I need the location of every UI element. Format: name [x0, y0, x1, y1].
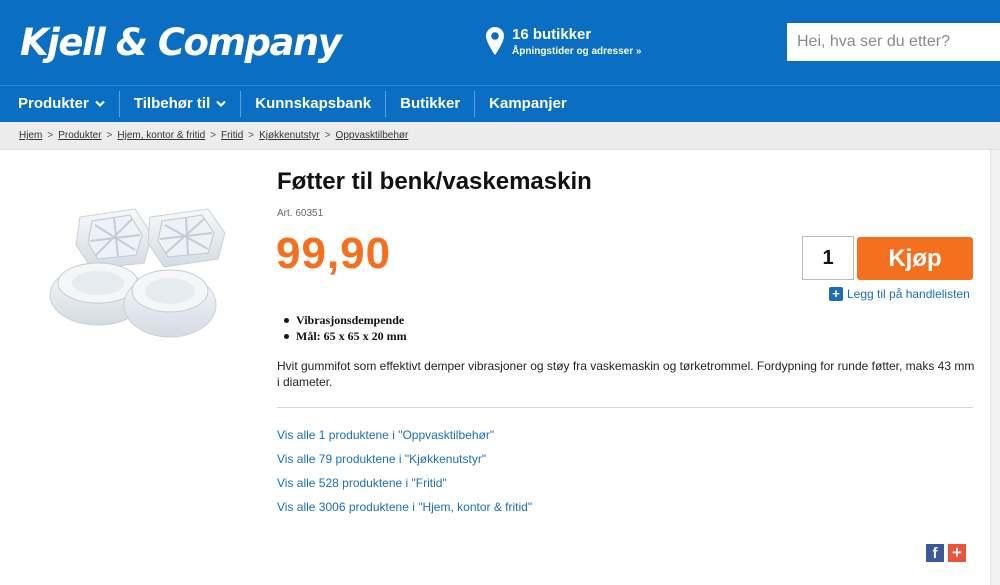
nav-item-label: Butikker: [400, 95, 461, 112]
product-price: 99,90: [276, 229, 392, 278]
breadcrumb-link[interactable]: Hjem, kontor & fritid: [117, 130, 205, 141]
stores-count: 16 butikker: [512, 26, 592, 43]
main-nav: Produkter Tilbehør til Kunnskapsbank Butikk…: [0, 85, 1000, 122]
product-description: Hvit gummifot som effektivt demper vibra…: [277, 359, 975, 389]
nav-item-label: Tilbehør til: [133, 95, 211, 112]
nav-item-produkter[interactable]: Produkter: [0, 91, 120, 117]
google-plus-icon[interactable]: +: [948, 544, 966, 562]
category-links: Vis alle 1 produktene i "Oppvasktilbehør…: [277, 427, 532, 523]
nav-item-kunnskapsbank[interactable]: Kunnskapsbank: [241, 91, 387, 117]
store-locator[interactable]: 16 butikker Åpningstider og adresser »: [486, 26, 641, 59]
facebook-icon[interactable]: f: [926, 544, 944, 562]
location-pin-icon: [486, 27, 504, 55]
nav-item-label: Kampanjer: [489, 95, 567, 112]
nav-item-butikker[interactable]: Butikker: [386, 91, 476, 117]
breadcrumb-link[interactable]: Hjem: [19, 130, 42, 141]
article-number: Art. 60351: [277, 208, 324, 219]
breadcrumb-separator: >: [210, 130, 217, 141]
chevron-down-icon: [216, 100, 227, 108]
feature-item: Mål: 65 x 65 x 20 mm: [282, 328, 407, 344]
buy-button[interactable]: Kjøp: [857, 237, 973, 280]
product-title: Føtter til benk/vaskemaskin: [277, 168, 592, 195]
nav-item-tilbehør-til[interactable]: Tilbehør til: [120, 91, 242, 117]
site-logo[interactable]: Kjell & Company: [20, 18, 342, 68]
category-link-oppvasktilbehor[interactable]: Vis alle 1 produktene i "Oppvasktilbehør…: [277, 427, 532, 451]
breadcrumb-separator: >: [324, 130, 331, 141]
category-link-fritid[interactable]: Vis alle 528 produktene i "Fritid": [277, 475, 532, 499]
breadcrumb: Hjem > Produkter > Hjem, kontor & fritid > Fri…: [0, 122, 1000, 150]
breadcrumb-link[interactable]: Produkter: [58, 130, 101, 141]
add-to-list-label: Legg til på handlelisten: [847, 287, 970, 301]
site-header: Kjell & Company 16 butikker Åpningstider…: [0, 0, 1000, 85]
category-link-hjem-kontor-fritid[interactable]: Vis alle 3006 produktene i "Hjem, kontor…: [277, 499, 532, 523]
share-buttons: f +: [926, 544, 966, 562]
divider: [277, 407, 973, 408]
breadcrumb-separator: >: [248, 130, 255, 141]
search-input[interactable]: [787, 23, 1000, 61]
plus-icon: +: [829, 287, 843, 301]
feature-item: Vibrasjonsdempende: [282, 312, 407, 328]
nav-item-label: Produkter: [18, 95, 89, 112]
nav-item-kampanjer[interactable]: Kampanjer: [475, 91, 581, 117]
chevron-down-icon: [95, 100, 105, 108]
quantity-input[interactable]: [802, 236, 854, 280]
breadcrumb-separator: >: [47, 130, 54, 141]
opening-hours-link[interactable]: Åpningstider og adresser »: [512, 45, 641, 59]
feature-list: Vibrasjonsdempende Mål: 65 x 65 x 20 mm: [282, 312, 407, 344]
category-link-kjokkenutstyr[interactable]: Vis alle 79 produktene i "Kjøkkenutstyr": [277, 451, 532, 475]
breadcrumb-separator: >: [106, 130, 113, 141]
breadcrumb-link[interactable]: Oppvasktilbehør: [336, 130, 409, 141]
product-image: [49, 208, 226, 338]
add-to-list-link[interactable]: + Legg til på handlelisten: [829, 287, 970, 301]
breadcrumb-link[interactable]: Kjøkkenutstyr: [259, 130, 320, 141]
scrollbar[interactable]: [990, 150, 1000, 585]
breadcrumb-link[interactable]: Fritid: [221, 130, 243, 141]
nav-item-label: Kunnskapsbank: [255, 95, 372, 112]
